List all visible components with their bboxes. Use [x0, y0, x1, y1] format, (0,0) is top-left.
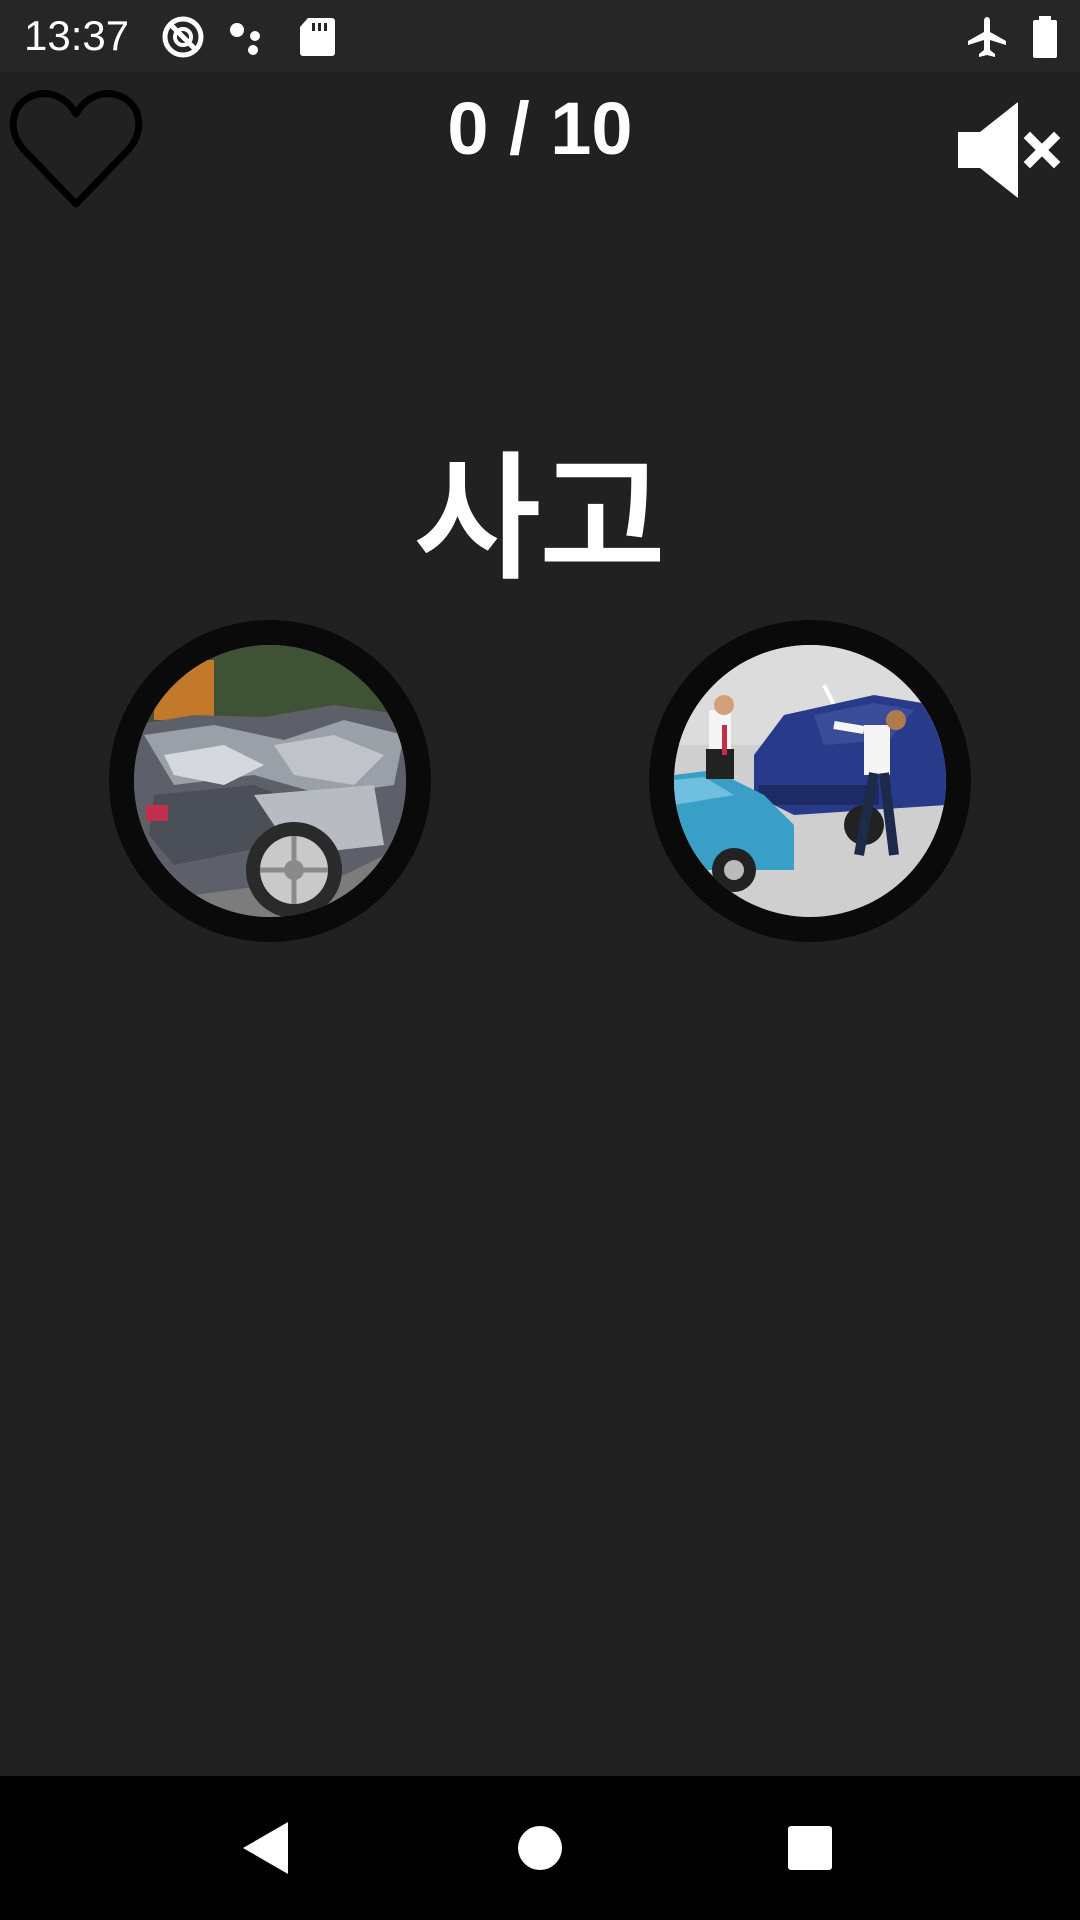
favorite-heart-button[interactable] [6, 86, 146, 210]
score-counter: 0 / 10 [447, 87, 633, 170]
home-icon [490, 1798, 590, 1898]
assistant-dots-icon [226, 14, 272, 60]
do-not-disturb-icon [160, 14, 206, 60]
status-bar: 13:37 [0, 0, 1080, 72]
battery-icon [1022, 14, 1068, 60]
nav-home-button[interactable] [490, 1798, 590, 1898]
system-nav-bar [0, 1776, 1080, 1920]
car-collision-argument-photo [674, 645, 946, 917]
wrecked-car-photo [134, 645, 406, 917]
quiz-word: 사고 [414, 441, 666, 599]
recents-icon [760, 1798, 860, 1898]
airplane-mode-icon [964, 14, 1010, 60]
app-screen: 13:37 0 / 10 사고 [0, 0, 1080, 1920]
back-icon [218, 1798, 318, 1898]
volume-muted-icon [952, 100, 1062, 200]
heart-outline-icon [6, 86, 146, 210]
nav-back-button[interactable] [218, 1798, 318, 1898]
sd-card-icon [294, 14, 340, 60]
choice-option-right[interactable] [649, 620, 971, 942]
status-time: 13:37 [24, 12, 130, 59]
sound-toggle-button[interactable] [952, 100, 1062, 200]
nav-recents-button[interactable] [760, 1798, 860, 1898]
choice-option-left[interactable] [109, 620, 431, 942]
